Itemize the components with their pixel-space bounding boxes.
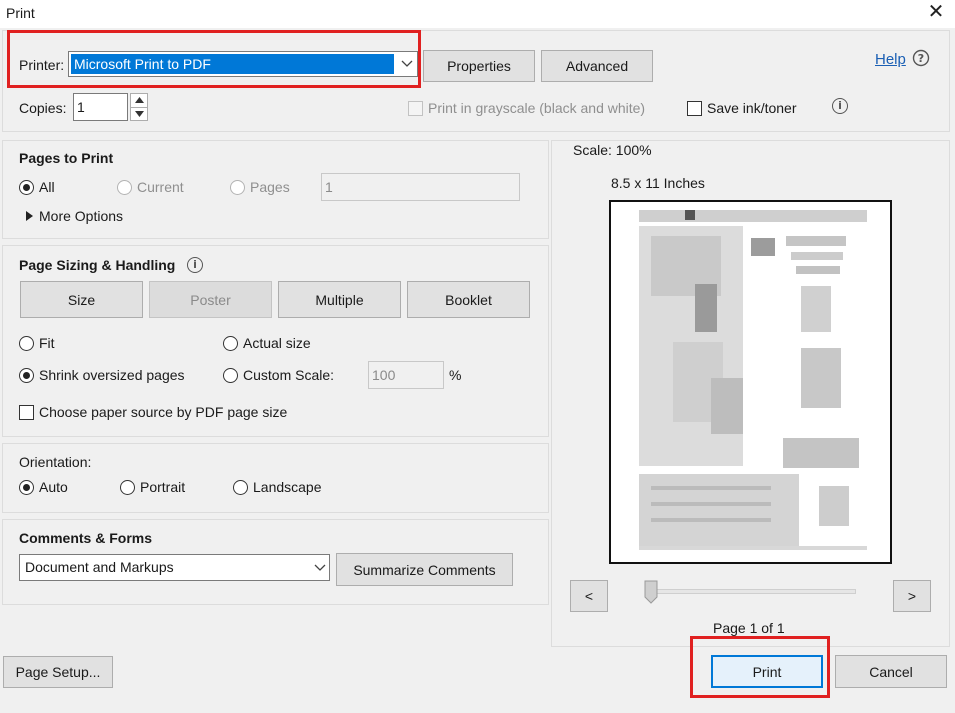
orientation-portrait-radio[interactable] bbox=[120, 480, 135, 495]
fit-radio[interactable] bbox=[19, 336, 34, 351]
current-page-radio[interactable] bbox=[117, 180, 132, 195]
help-question-icon[interactable]: ? bbox=[912, 49, 930, 67]
svg-text:?: ? bbox=[918, 52, 924, 65]
size-button[interactable]: Size bbox=[20, 281, 143, 318]
page-indicator: Page 1 of 1 bbox=[713, 620, 785, 636]
pages-range-label: Pages bbox=[250, 179, 290, 195]
comments-forms-title: Comments & Forms bbox=[19, 530, 153, 546]
help-link[interactable]: Help bbox=[875, 51, 906, 68]
percent-label: % bbox=[449, 367, 462, 383]
save-ink-label: Save ink/toner bbox=[707, 100, 797, 116]
save-ink-info-icon[interactable]: i bbox=[832, 98, 848, 114]
paper-size-label: 8.5 x 11 Inches bbox=[611, 175, 705, 191]
orientation-landscape-label: Landscape bbox=[253, 479, 322, 495]
grayscale-label: Print in grayscale (black and white) bbox=[428, 100, 646, 116]
comments-forms-select-value: Document and Markups bbox=[25, 559, 174, 575]
copies-stepper[interactable] bbox=[130, 93, 148, 121]
orientation-title: Orientation: bbox=[19, 454, 92, 470]
print-button[interactable]: Print bbox=[711, 655, 823, 688]
custom-scale-radio[interactable] bbox=[223, 368, 238, 383]
custom-scale-label: Custom Scale: bbox=[243, 367, 335, 383]
properties-button[interactable]: Properties bbox=[423, 50, 535, 82]
shrink-oversized-label: Shrink oversized pages bbox=[39, 367, 185, 383]
next-page-button[interactable]: > bbox=[893, 580, 931, 612]
comments-forms-select[interactable]: Document and Markups bbox=[19, 554, 330, 581]
pages-to-print-title: Pages to Print bbox=[19, 150, 114, 166]
close-icon[interactable]: ✕ bbox=[925, 1, 947, 23]
poster-button[interactable]: Poster bbox=[149, 281, 272, 318]
printer-select[interactable]: Microsoft Print to PDF bbox=[68, 51, 418, 77]
page-slider-track[interactable] bbox=[646, 589, 856, 594]
all-pages-label: All bbox=[39, 179, 55, 195]
copies-input[interactable]: 1 bbox=[73, 93, 128, 121]
pages-range-input[interactable]: 1 bbox=[321, 173, 520, 201]
actual-size-label: Actual size bbox=[243, 335, 311, 351]
copies-label: Copies: bbox=[19, 100, 67, 116]
paper-source-checkbox[interactable] bbox=[19, 405, 34, 420]
chevron-down-icon bbox=[401, 60, 413, 67]
multiple-button[interactable]: Multiple bbox=[278, 281, 401, 318]
current-page-label: Current bbox=[137, 179, 184, 195]
page-sizing-title: Page Sizing & Handling bbox=[19, 257, 176, 273]
actual-size-radio[interactable] bbox=[223, 336, 238, 351]
title-bar bbox=[0, 0, 955, 28]
triangle-right-icon[interactable] bbox=[26, 211, 33, 221]
printer-select-value: Microsoft Print to PDF bbox=[71, 54, 394, 74]
page-slider-thumb[interactable] bbox=[644, 580, 658, 604]
grayscale-checkbox[interactable] bbox=[408, 101, 423, 116]
orientation-landscape-radio[interactable] bbox=[233, 480, 248, 495]
orientation-auto-radio[interactable] bbox=[19, 480, 34, 495]
prev-page-button[interactable]: < bbox=[570, 580, 608, 612]
printer-label: Printer: bbox=[19, 57, 65, 73]
page-setup-button[interactable]: Page Setup... bbox=[3, 656, 113, 688]
stepper-down-icon[interactable] bbox=[135, 111, 144, 117]
chevron-down-icon bbox=[314, 564, 326, 571]
cancel-button[interactable]: Cancel bbox=[835, 655, 947, 688]
page-preview-thumbnail bbox=[639, 210, 867, 550]
advanced-button[interactable]: Advanced bbox=[541, 50, 653, 82]
summarize-comments-button[interactable]: Summarize Comments bbox=[336, 553, 513, 586]
shrink-oversized-radio[interactable] bbox=[19, 368, 34, 383]
booklet-button[interactable]: Booklet bbox=[407, 281, 530, 318]
more-options-link[interactable]: More Options bbox=[39, 208, 123, 224]
window-title: Print bbox=[6, 5, 35, 21]
custom-scale-input[interactable]: 100 bbox=[368, 361, 444, 389]
page-sizing-info-icon[interactable]: i bbox=[187, 257, 203, 273]
pages-range-radio[interactable] bbox=[230, 180, 245, 195]
save-ink-checkbox[interactable] bbox=[687, 101, 702, 116]
orientation-auto-label: Auto bbox=[39, 479, 68, 495]
scale-label: Scale: 100% bbox=[573, 142, 652, 158]
all-pages-radio[interactable] bbox=[19, 180, 34, 195]
stepper-up-icon[interactable] bbox=[135, 97, 144, 103]
paper-source-label: Choose paper source by PDF page size bbox=[39, 404, 288, 420]
page-preview bbox=[609, 200, 892, 564]
fit-label: Fit bbox=[39, 335, 55, 351]
orientation-portrait-label: Portrait bbox=[140, 479, 186, 495]
